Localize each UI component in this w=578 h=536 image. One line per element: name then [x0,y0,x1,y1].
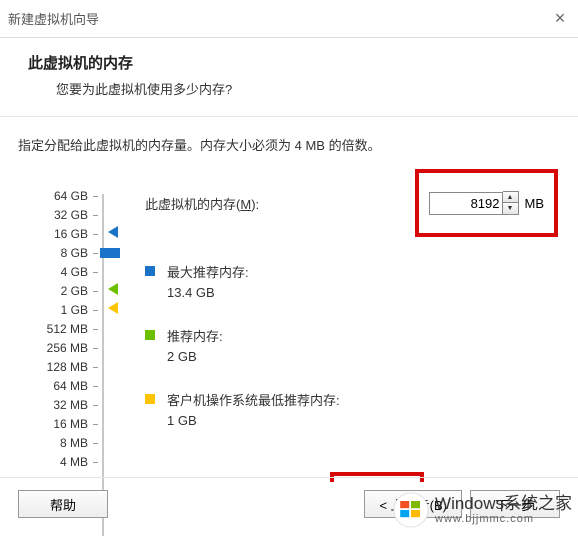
legend-min-label: 客户机操作系统最低推荐内存: [167,390,340,409]
square-yellow-icon [145,394,155,404]
header: 此虚拟机的内存 您要为此虚拟机使用多少内存? [0,38,578,117]
legend-rec-label: 推荐内存: [167,326,223,345]
windows-logo-icon [393,492,429,528]
memory-label: 此虚拟机的内存(M): [145,194,259,213]
square-blue-icon [145,266,155,276]
spinner-down-icon[interactable]: ▼ [503,203,518,214]
titlebar: 新建虚拟机向导 × [0,0,578,38]
memory-slider[interactable]: 64 GB 32 GB 16 GB 8 GB 4 GB 2 GB 1 GB 51… [18,186,118,471]
memory-unit: MB [525,196,545,211]
window-title: 新建虚拟机向导 [8,9,99,28]
legend-max: 最大推荐内存: 13.4 GB [145,262,340,300]
slider-tick: 64 MB [18,376,118,395]
description-text: 指定分配给此虚拟机的内存量。内存大小必须为 4 MB 的倍数。 [0,117,578,154]
memory-spinner[interactable]: ▲ ▼ [503,191,519,215]
slider-tick: 256 MB [18,338,118,357]
slider-tick: 16 GB [18,224,118,243]
square-green-icon [145,330,155,340]
memory-input[interactable] [429,192,503,215]
slider-tick: 64 GB [18,186,118,205]
slider-tick: 2 GB [18,281,118,300]
slider-tick: 4 MB [18,452,118,471]
slider-tick: 8 MB [18,433,118,452]
legend-min: 客户机操作系统最低推荐内存: 1 GB [145,390,340,428]
watermark-url: www.bjjmmc.com [435,513,572,525]
help-button[interactable]: 帮助 [18,490,108,518]
memory-input-highlight: ▲ ▼ MB [415,169,559,237]
slider-tick: 512 MB [18,319,118,338]
slider-tick: 128 MB [18,357,118,376]
slider-tick: 8 GB [18,243,118,262]
legend: 最大推荐内存: 13.4 GB 推荐内存: 2 GB 客户机操作系统最低推荐内存… [145,262,340,454]
legend-rec-value: 2 GB [167,349,223,364]
slider-tick: 4 GB [18,262,118,281]
slider-tick: 32 GB [18,205,118,224]
page-subtitle: 您要为此虚拟机使用多少内存? [28,79,560,98]
legend-min-value: 1 GB [167,413,340,428]
slider-tick: 1 GB [18,300,118,319]
watermark-brand: Windows系统之家 [435,495,572,514]
spinner-up-icon[interactable]: ▲ [503,192,518,203]
legend-max-label: 最大推荐内存: [167,262,249,281]
close-icon[interactable]: × [552,11,568,27]
legend-max-value: 13.4 GB [167,285,249,300]
slider-tick: 16 MB [18,414,118,433]
watermark: Windows系统之家 www.bjjmmc.com [393,492,572,528]
legend-rec: 推荐内存: 2 GB [145,326,340,364]
slider-tick: 32 MB [18,395,118,414]
page-title: 此虚拟机的内存 [28,52,560,73]
